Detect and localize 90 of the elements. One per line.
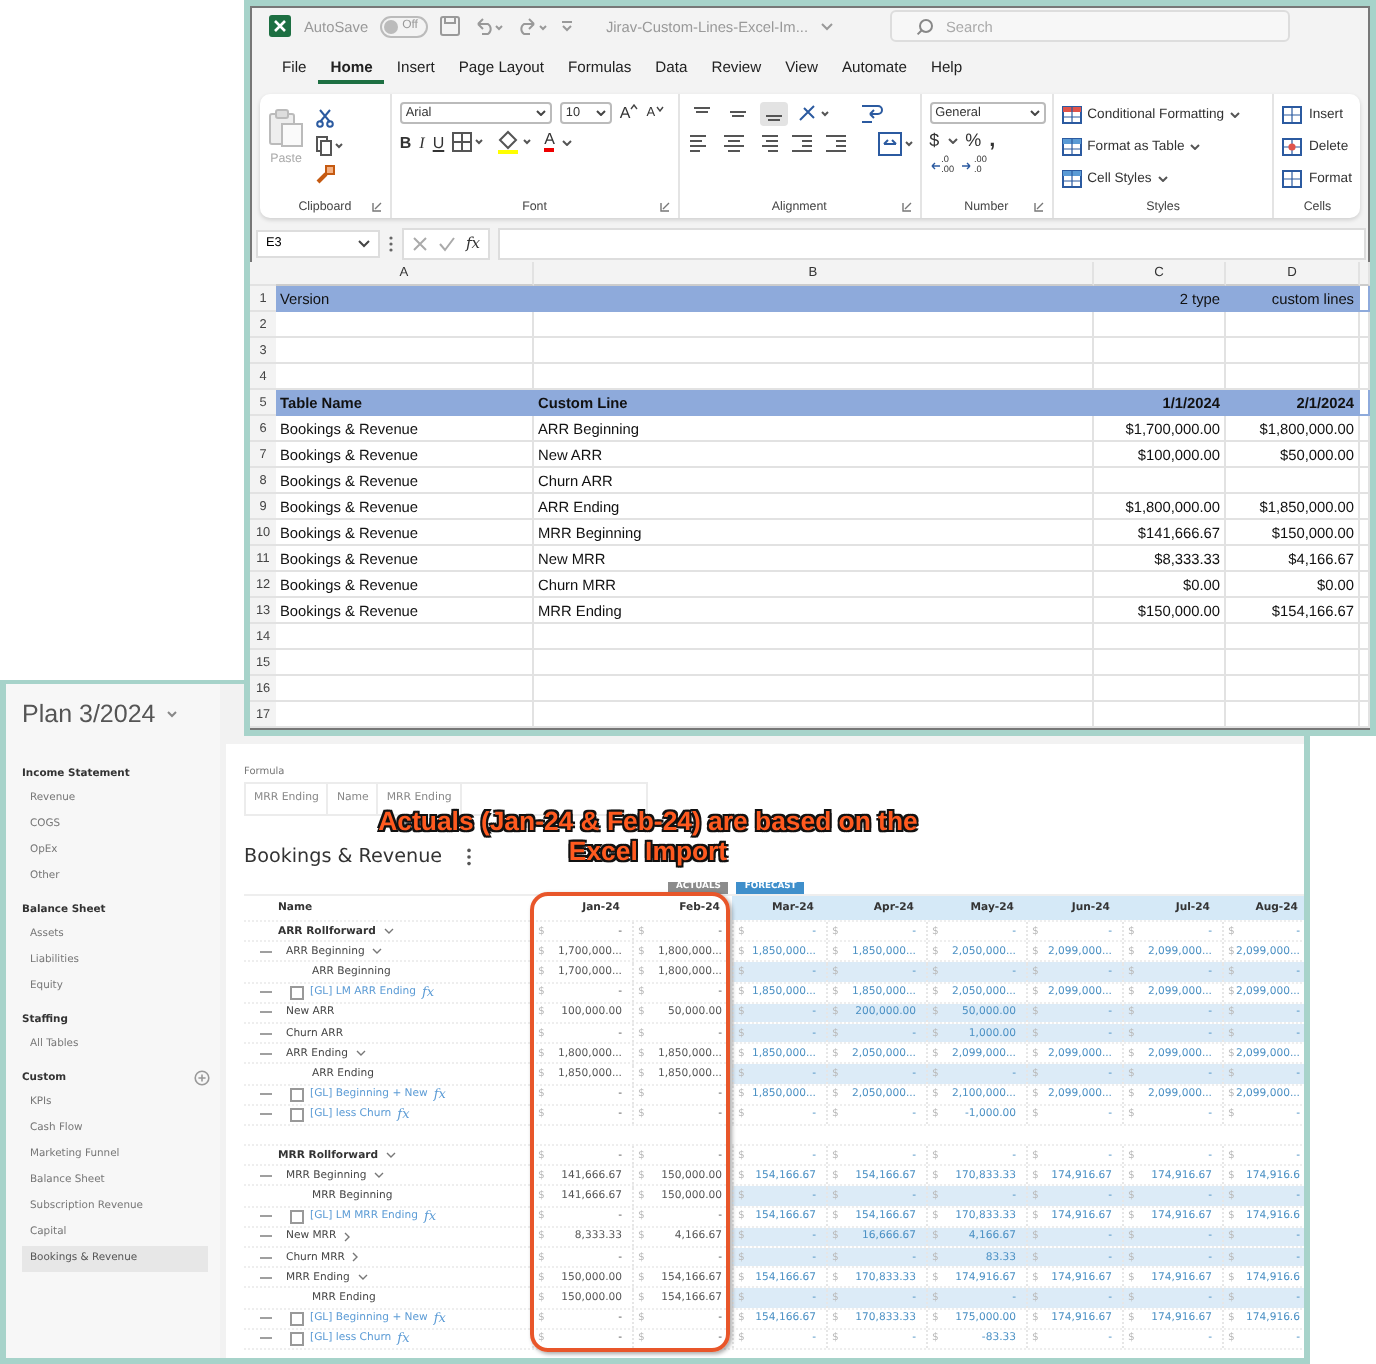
currency-button[interactable]: $ [929,130,940,150]
check-icon[interactable] [438,235,456,251]
arrow-icon [929,161,940,170]
table-style-icon [1061,170,1082,188]
caret-icon[interactable] [386,1152,397,1159]
wrap-text-icon[interactable] [859,102,884,126]
caret-icon[interactable] [357,1274,368,1281]
underline-button[interactable]: U [432,133,445,151]
cells-icon [1282,106,1303,124]
drag-handle-icon[interactable] [260,1316,272,1321]
cells-icon [1282,138,1303,156]
caret-icon [1190,144,1201,150]
caret-icon[interactable] [344,1231,351,1242]
plan-title[interactable]: Plan 3/2024 [22,700,156,728]
caret-icon [1230,112,1241,118]
caret-icon [595,110,606,116]
grow-font-button[interactable]: A [619,104,639,122]
checkbox[interactable] [290,1331,304,1346]
table-title: Bookings & Revenue [244,845,443,867]
sheet-cell[interactable] [1360,286,1370,312]
caret-icon [1029,110,1040,116]
redo-icon[interactable] [515,16,548,36]
caret-icon [630,104,639,110]
italic-button[interactable]: I [419,133,425,151]
caret-icon[interactable] [374,1172,385,1179]
drag-handle-icon[interactable] [260,1255,272,1260]
more-icon[interactable] [388,235,394,251]
align-icon[interactable] [721,134,748,154]
vertical-align-icon[interactable] [759,102,788,126]
percent-button[interactable]: % [965,130,982,150]
drag-handle-icon[interactable] [260,1112,272,1117]
launcher-icon[interactable] [659,201,670,211]
kebab-menu-icon[interactable] [466,847,473,865]
checkbox[interactable] [290,1311,304,1326]
drag-handle-icon[interactable] [260,1051,272,1056]
caret-icon[interactable] [165,710,178,718]
drag-handle-icon[interactable] [260,990,272,995]
checkbox[interactable] [290,1209,304,1224]
align-icon[interactable] [789,134,816,154]
drag-handle-icon[interactable] [260,1275,272,1280]
undo-icon[interactable] [471,16,504,36]
spreadsheet-logo-icon [268,14,292,38]
customize-caret-icon[interactable] [559,20,574,32]
caret-icon[interactable] [562,139,573,145]
arrow-icon [962,161,973,170]
sheet-cell[interactable] [1360,390,1370,416]
scissors-icon[interactable] [316,108,334,128]
borders-icon[interactable] [452,132,489,152]
bold-button[interactable]: B [399,133,412,151]
formula-input[interactable] [498,227,1366,259]
drag-handle-icon[interactable] [260,1234,272,1239]
caret-icon[interactable] [383,928,394,935]
annotation-text: Excel Import [568,836,728,866]
launcher-icon[interactable] [371,201,382,211]
checkbox[interactable] [290,1107,304,1122]
clipboard-icon [268,108,304,148]
font-color-button[interactable]: A [544,132,555,152]
caret-icon [655,106,664,112]
search-icon [916,17,934,35]
merge-cells-icon[interactable] [877,132,918,156]
drag-handle-icon[interactable] [260,1214,272,1219]
paintbrush-icon[interactable] [316,164,336,184]
caret-icon [535,110,546,116]
table-style-icon [1061,138,1082,156]
copy-icon[interactable] [316,136,344,156]
drag-handle-icon[interactable] [260,949,272,954]
drag-handle-icon[interactable] [260,1173,272,1178]
drag-handle-icon[interactable] [260,1092,272,1097]
comma-style-button[interactable]: , [989,132,996,148]
caret-icon[interactable] [355,1050,366,1057]
caret-icon [358,239,370,247]
fill-color-icon[interactable] [496,130,537,154]
caret-icon[interactable] [372,948,383,955]
launcher-icon[interactable] [1033,201,1044,211]
cancel-icon[interactable] [412,235,428,251]
caret-icon[interactable] [352,1252,359,1263]
launcher-icon[interactable] [901,201,912,211]
text-orientation-icon[interactable] [795,102,832,126]
caret-icon[interactable] [947,137,958,143]
checkbox[interactable] [290,1087,304,1102]
checkbox[interactable] [290,985,304,1000]
drag-handle-icon[interactable] [260,1031,272,1036]
drag-handle-icon[interactable] [260,1010,272,1015]
add-icon[interactable] [194,1069,210,1085]
caret-icon [1157,176,1168,182]
save-icon[interactable] [439,16,460,36]
drag-handle-icon[interactable] [260,1336,272,1341]
align-icon[interactable] [823,134,850,154]
cells-icon [1282,170,1303,188]
table-style-icon [1061,106,1082,124]
